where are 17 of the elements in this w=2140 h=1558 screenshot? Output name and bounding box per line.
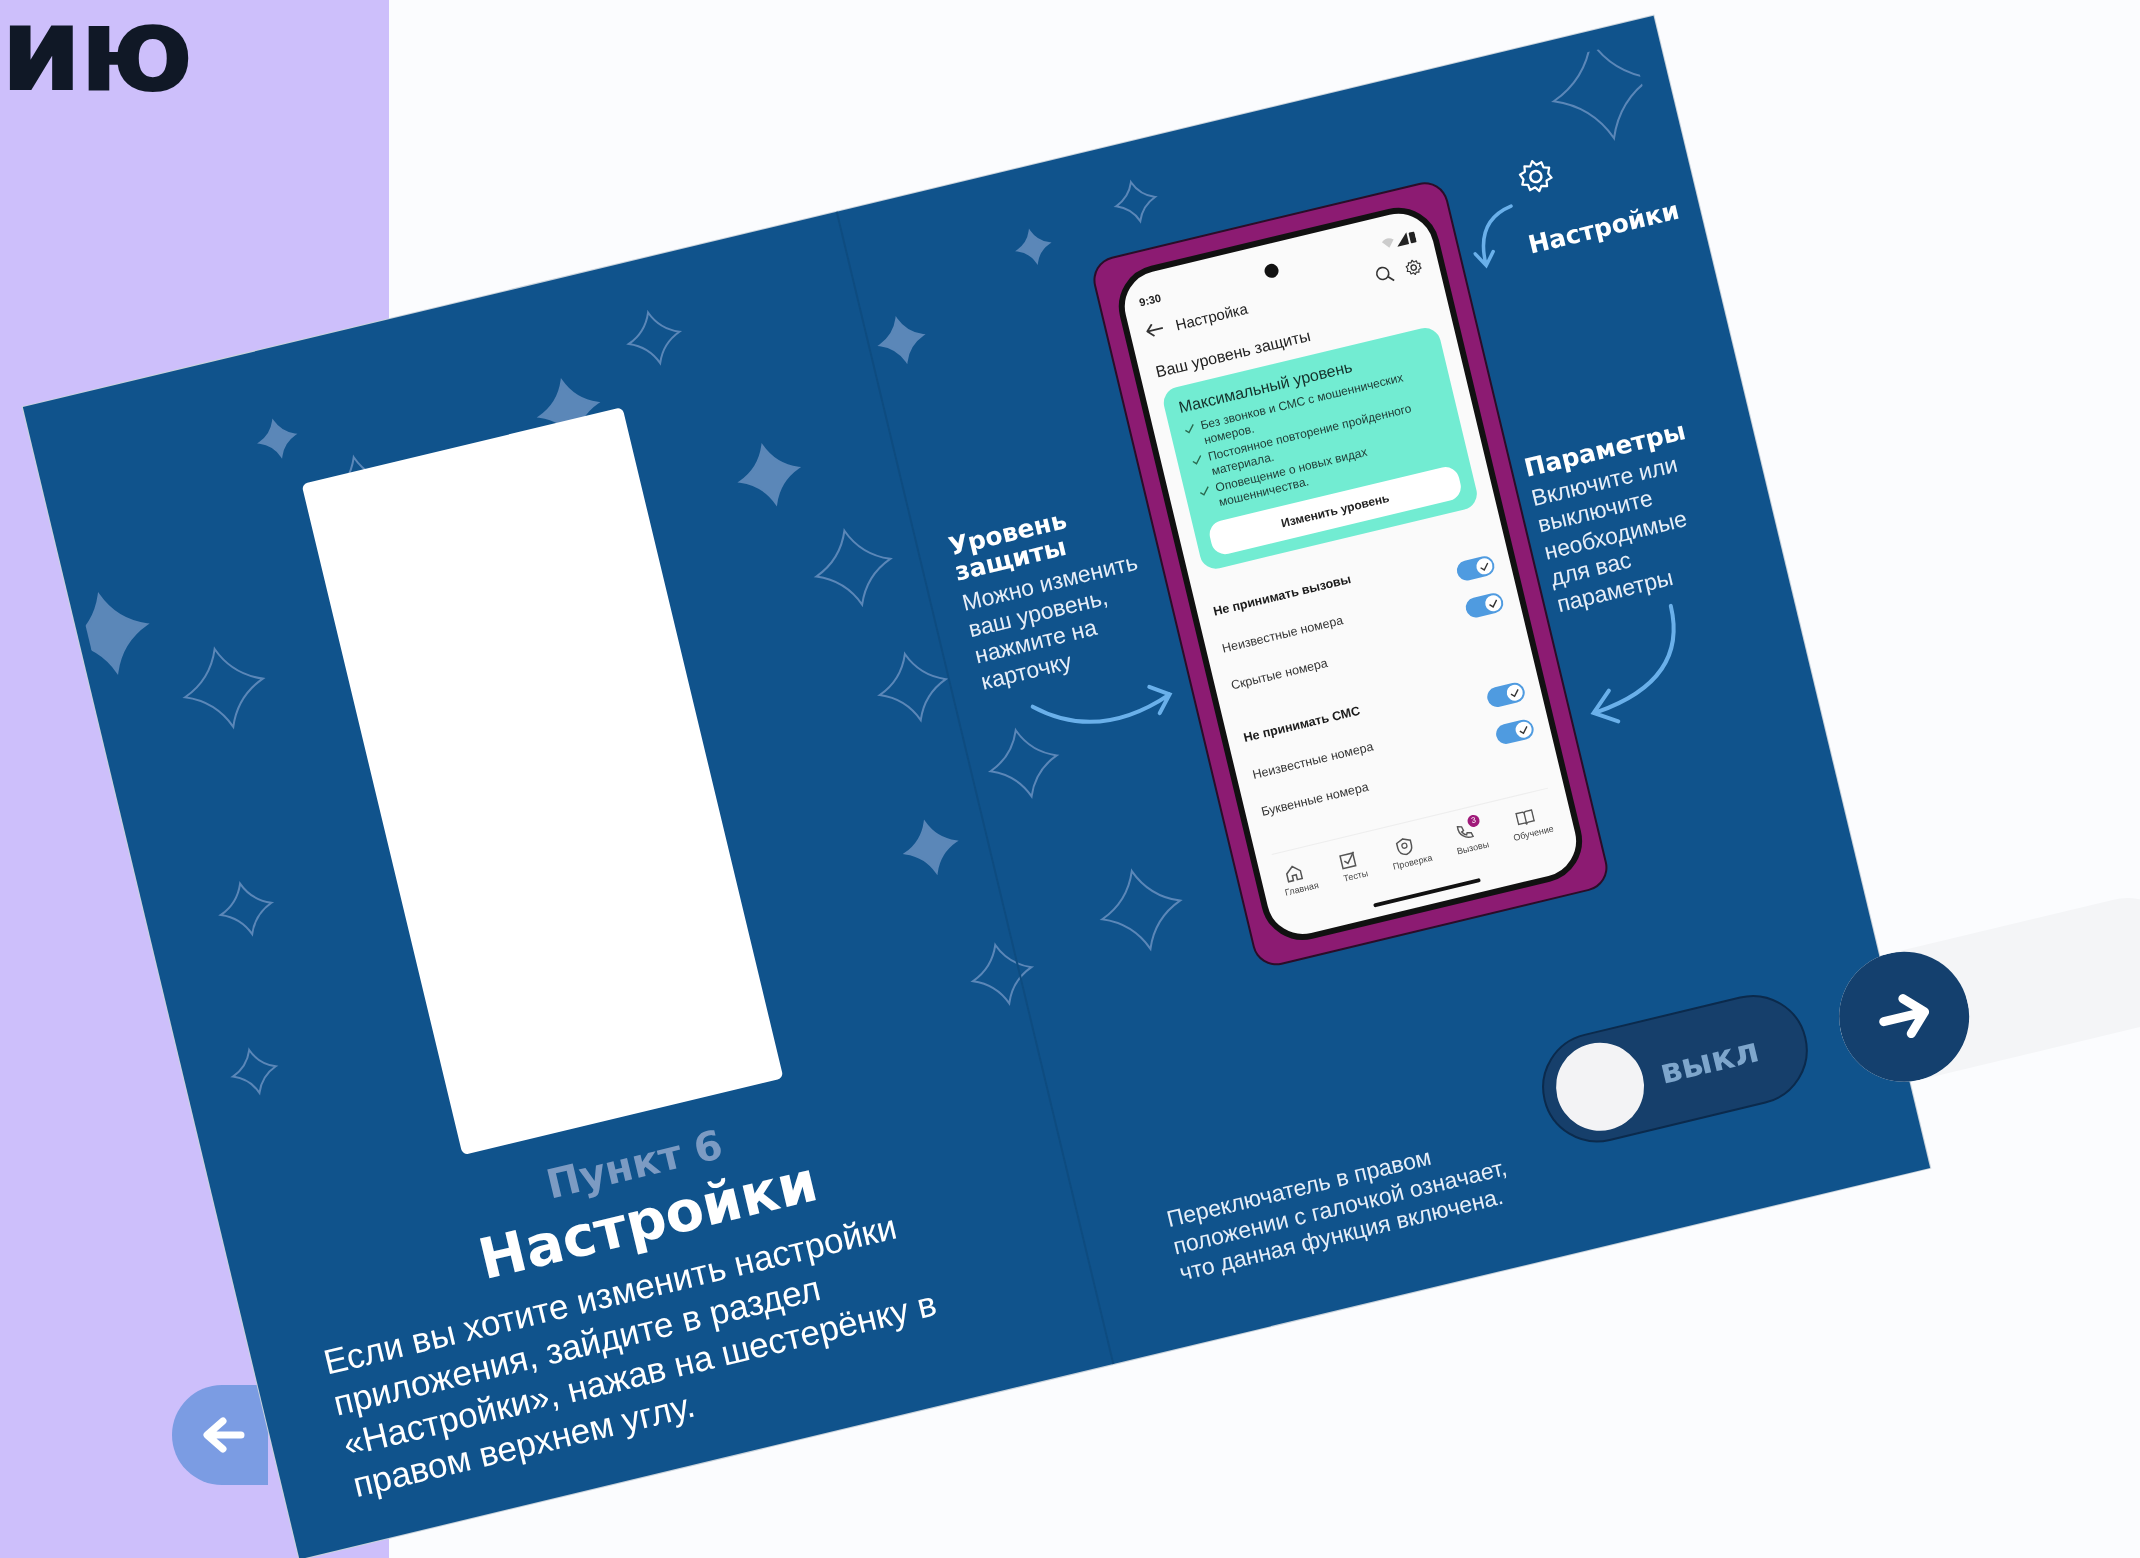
status-time: 9:30: [1137, 291, 1163, 309]
check-icon: [1478, 560, 1491, 572]
left-arrow-icon: [201, 1415, 245, 1455]
notification-badge: 3: [1466, 813, 1481, 829]
nav-item[interactable]: Проверка: [1385, 826, 1434, 872]
camera-dot-icon: [1263, 262, 1280, 280]
nav-item[interactable]: Тесты: [1335, 841, 1370, 884]
check-icon: [1487, 597, 1500, 609]
nav-item[interactable]: 3 Вызовы: [1449, 812, 1490, 857]
check-icon: [1517, 724, 1530, 736]
heading-fragment: ию: [0, 0, 191, 108]
check-icon: [1190, 454, 1204, 467]
setting-label: Скрытые номера: [1229, 655, 1330, 693]
check-icon: [1508, 687, 1521, 699]
nav-item[interactable]: Главная: [1277, 853, 1320, 898]
checkbox-icon: [1337, 849, 1359, 872]
nav-item[interactable]: Обучение: [1506, 797, 1555, 843]
